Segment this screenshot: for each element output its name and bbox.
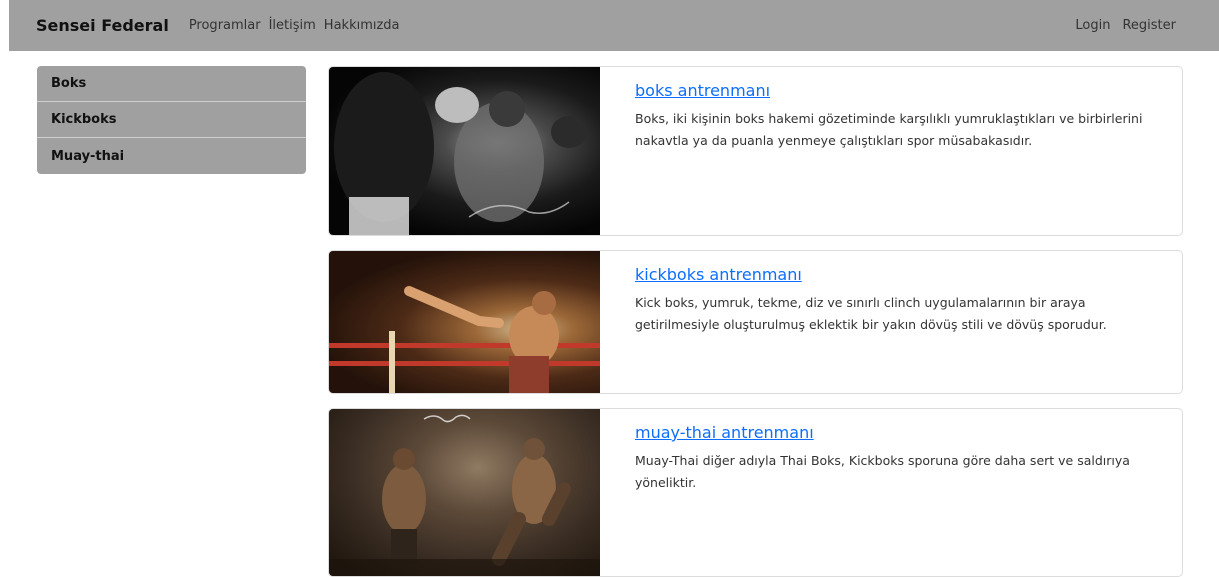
card-title-muay-thai[interactable]: muay-thai antrenmanı [635, 423, 814, 442]
card-text-kickboks: Kick boks, yumruk, tekme, diz ve sınırlı… [635, 295, 1107, 332]
boxing-photo [329, 67, 600, 235]
sidebar-item-boks[interactable]: Boks [37, 66, 306, 102]
nav-link-programlar[interactable]: Programlar [189, 18, 261, 33]
login-link[interactable]: Login [1075, 18, 1110, 33]
muay-thai-photo [329, 409, 600, 576]
nav-links: Programlar İletişim Hakkımızda [189, 18, 400, 33]
card-body-kickboks: kickboks antrenmanı Kick boks, yumruk, t… [600, 251, 1182, 393]
card-title-kickboks[interactable]: kickboks antrenmanı [635, 265, 802, 284]
kickboxing-photo [329, 251, 600, 393]
card-muay-thai: muay-thai antrenmanı Muay-Thai diğer adı… [328, 408, 1183, 577]
card-boks: boks antrenmanı Boks, iki kişinin boks h… [328, 66, 1183, 236]
nav-link-iletisim[interactable]: İletişim [269, 18, 316, 33]
sidebar-item-kickboks[interactable]: Kickboks [37, 102, 306, 138]
sidebar: Boks Kickboks Muay-thai [37, 66, 306, 174]
card-text-boks: Boks, iki kişinin boks hakemi gözetimind… [635, 111, 1143, 148]
kickboxing-illustration [329, 251, 600, 393]
nav-link-hakkimizda[interactable]: Hakkımızda [324, 18, 400, 33]
card-text-muay-thai: Muay-Thai diğer adıyla Thai Boks, Kickbo… [635, 453, 1130, 490]
boxing-illustration [334, 72, 587, 235]
sidebar-item-muay-thai[interactable]: Muay-thai [37, 138, 306, 174]
register-link[interactable]: Register [1122, 18, 1176, 33]
card-body-boks: boks antrenmanı Boks, iki kişinin boks h… [600, 67, 1182, 235]
brand-link[interactable]: Sensei Federal [36, 16, 169, 35]
navbar: Sensei Federal Programlar İletişim Hakkı… [9, 0, 1219, 51]
muay-thai-illustration [329, 414, 600, 576]
card-kickboks: kickboks antrenmanı Kick boks, yumruk, t… [328, 250, 1183, 394]
card-body-muay-thai: muay-thai antrenmanı Muay-Thai diğer adı… [600, 409, 1182, 576]
card-title-boks[interactable]: boks antrenmanı [635, 81, 770, 100]
auth-links: Login Register [1075, 18, 1192, 33]
